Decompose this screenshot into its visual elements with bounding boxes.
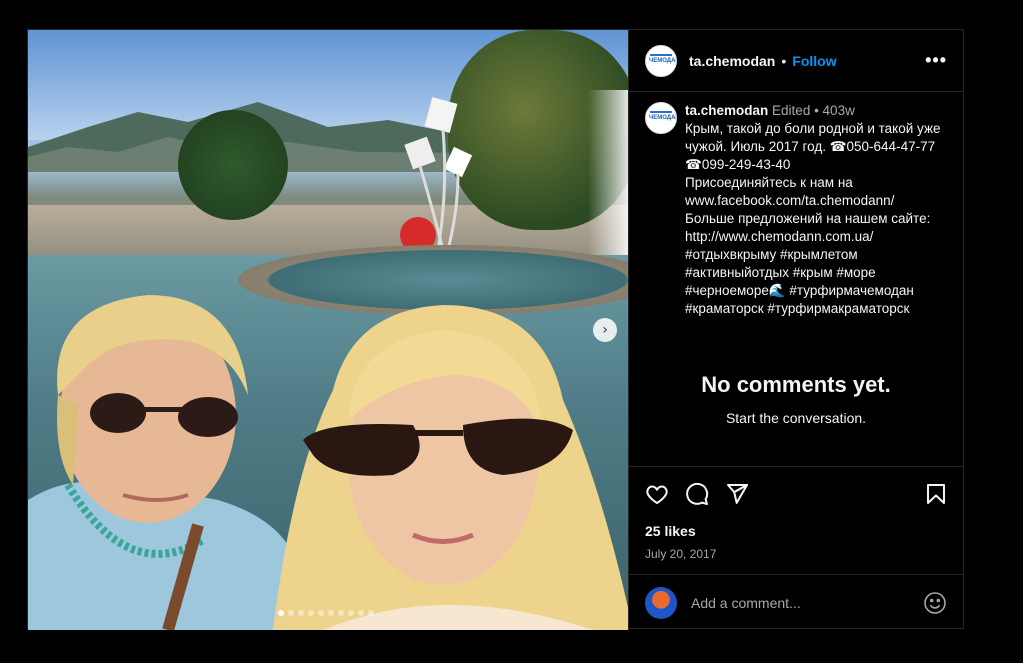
action-icons [645,479,947,509]
carousel-dot [338,610,344,616]
current-user-avatar [645,586,677,619]
post-side-panel: ЧЕМОДАН ta.chemodan • Follow ••• ЧЕМОДАН… [628,30,963,630]
photo-sculpture [400,97,473,253]
follow-button[interactable]: Follow [792,53,836,69]
carousel-indicator [278,610,374,616]
comment-input[interactable] [691,594,911,611]
no-comments-subtitle: Start the conversation. [725,410,867,426]
carousel-dot [358,610,364,616]
share-icon[interactable] [725,482,749,506]
post-actions: 25 likes July 20, 2017 [629,466,963,574]
carousel-dot [278,610,284,616]
chevron-right-icon: › [602,322,608,338]
carousel-dot [288,610,294,616]
caption: ЧЕМОДАН ta.chemodan Edited • 403w Крым, … [645,102,947,318]
carousel-dot [368,610,374,616]
heart-icon[interactable] [645,482,669,506]
author-avatar[interactable]: ЧЕМОДАН [645,44,677,77]
post-photo[interactable]: › [28,30,628,630]
caption-meta: Edited • 403w [772,103,855,118]
post-modal: › ЧЕМОДАН ta.chemodan • Follow ••• ЧЕМОД… [27,29,964,630]
caption-author-avatar[interactable]: ЧЕМОДАН [645,102,677,134]
caption-section: ЧЕМОДАН ta.chemodan Edited • 403w Крым, … [629,92,963,466]
photo-person [28,295,288,630]
carousel-dot [328,610,334,616]
carousel-next-button[interactable]: › [593,318,617,342]
author-username[interactable]: ta.chemodan [689,53,775,69]
post-date: July 20, 2017 [645,547,717,561]
header-separator: • [781,52,787,69]
no-comments-placeholder: No comments yet. Start the conversation. [645,372,947,426]
like-count[interactable]: 25 likes [645,523,947,539]
caption-text: Крым, такой до боли родной и такой уже ч… [685,121,941,316]
avatar-logo: ЧЕМОДАН [649,57,677,64]
carousel-dot [348,610,354,616]
caption-username[interactable]: ta.chemodan [685,103,768,118]
carousel-dot [298,610,304,616]
no-comments-title: No comments yet. [701,372,891,397]
photo-tree [178,110,288,220]
post-header: ЧЕМОДАН ta.chemodan • Follow ••• [629,30,963,92]
carousel-dot [308,610,314,616]
emoji-icon[interactable] [923,591,947,615]
photo-person [273,305,628,630]
carousel-dot [318,610,324,616]
bookmark-icon[interactable] [925,482,947,506]
avatar-logo: ЧЕМОДАН [649,115,677,121]
comment-composer [629,574,963,630]
more-options-icon[interactable]: ••• [925,50,947,71]
caption-body: ta.chemodan Edited • 403w Крым, такой до… [685,102,947,318]
comment-icon[interactable] [685,482,709,506]
